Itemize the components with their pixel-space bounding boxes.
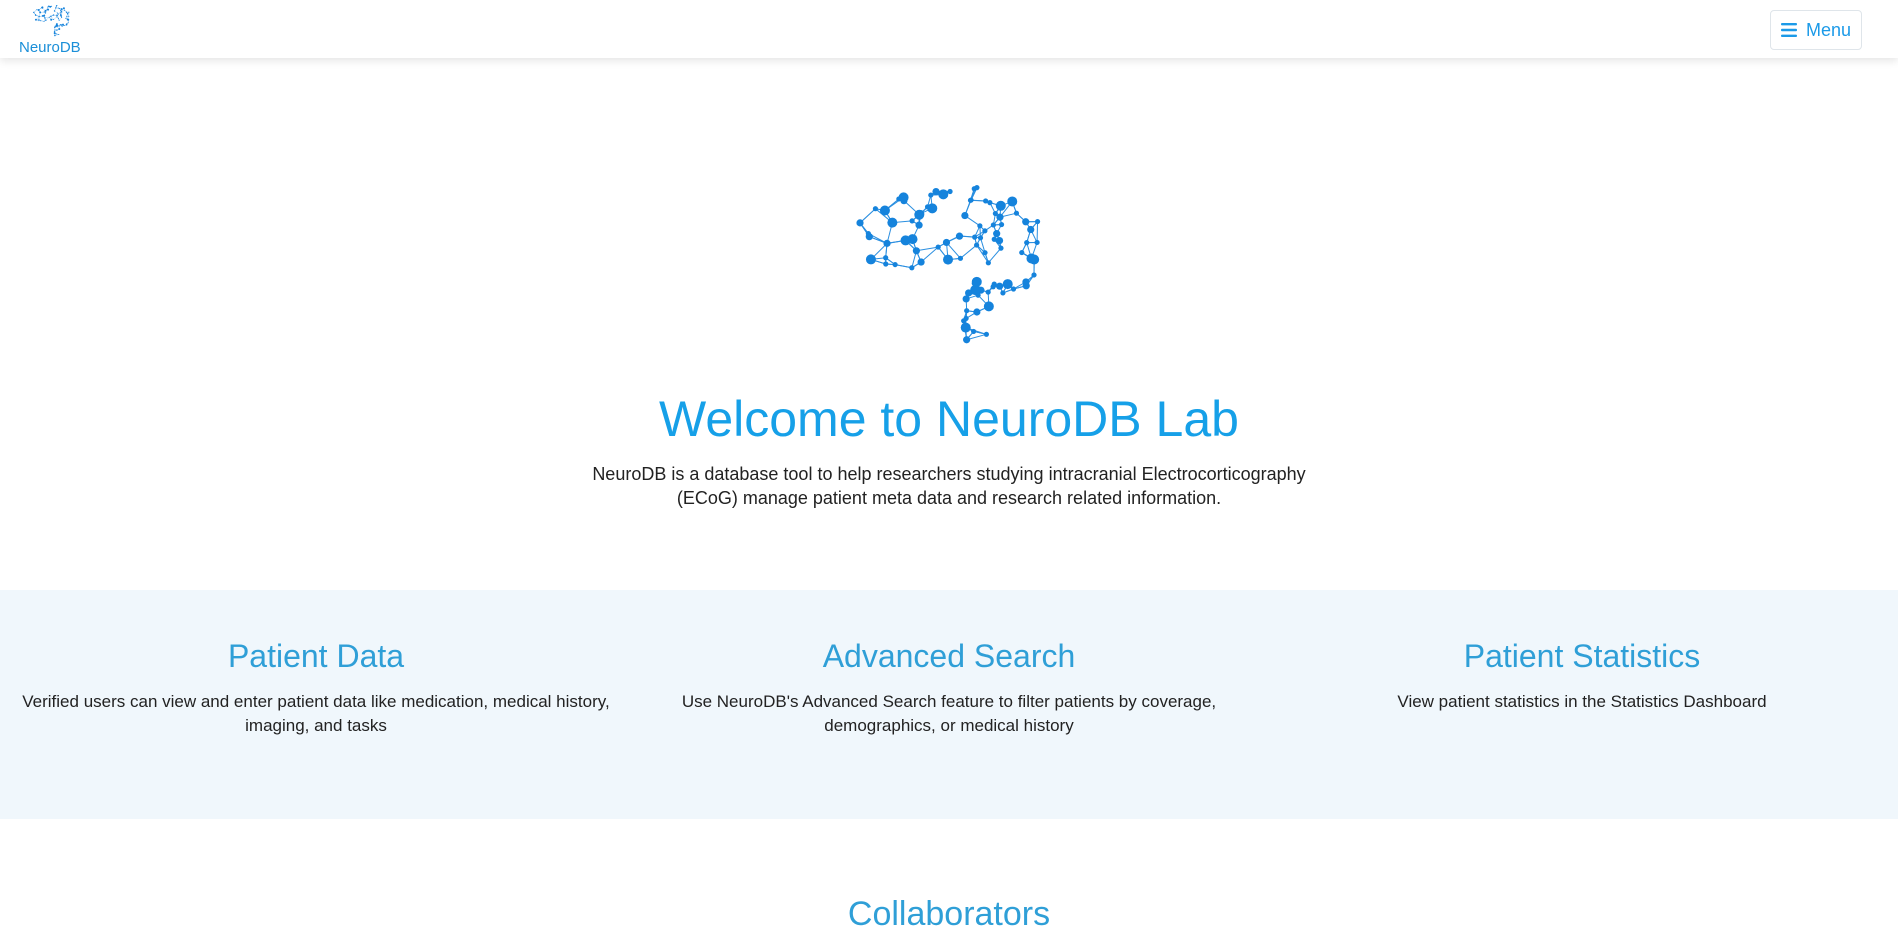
feature-advanced-search: Advanced Search Use NeuroDB's Advanced S…	[649, 634, 1249, 738]
menu-label: Menu	[1805, 19, 1852, 40]
feature-patient-statistics: Patient Statistics View patient statisti…	[1282, 634, 1882, 714]
brain-network-icon	[33, 4, 70, 37]
hamburger-icon	[1780, 23, 1797, 37]
features-section: Patient Data Verified users can view and…	[0, 590, 1898, 819]
brand-home-link[interactable]: NeuroDB	[16, 2, 86, 56]
feature-description: Use NeuroDB's Advanced Search feature to…	[681, 692, 1217, 735]
feature-title: Advanced Search	[822, 638, 1076, 674]
feature-title: Patient Statistics	[1463, 638, 1701, 674]
feature-title: Patient Data	[227, 638, 405, 674]
feature-patient-data: Patient Data Verified users can view and…	[16, 634, 616, 738]
feature-description: Verified users can view and enter patien…	[22, 692, 610, 735]
collaborators-heading: Collaborators	[847, 895, 1051, 933]
hero-description: NeuroDB is a database tool to help resea…	[592, 464, 1306, 508]
menu-button[interactable]: Menu	[1770, 10, 1862, 50]
brain-network-illustration	[856, 185, 1041, 344]
top-navbar: NeuroDB Menu	[0, 0, 1898, 58]
page-title: Welcome to NeuroDB Lab	[659, 391, 1239, 447]
feature-description: View patient statistics in the Statistic…	[1397, 692, 1767, 711]
brand-label: NeuroDB	[19, 39, 81, 56]
